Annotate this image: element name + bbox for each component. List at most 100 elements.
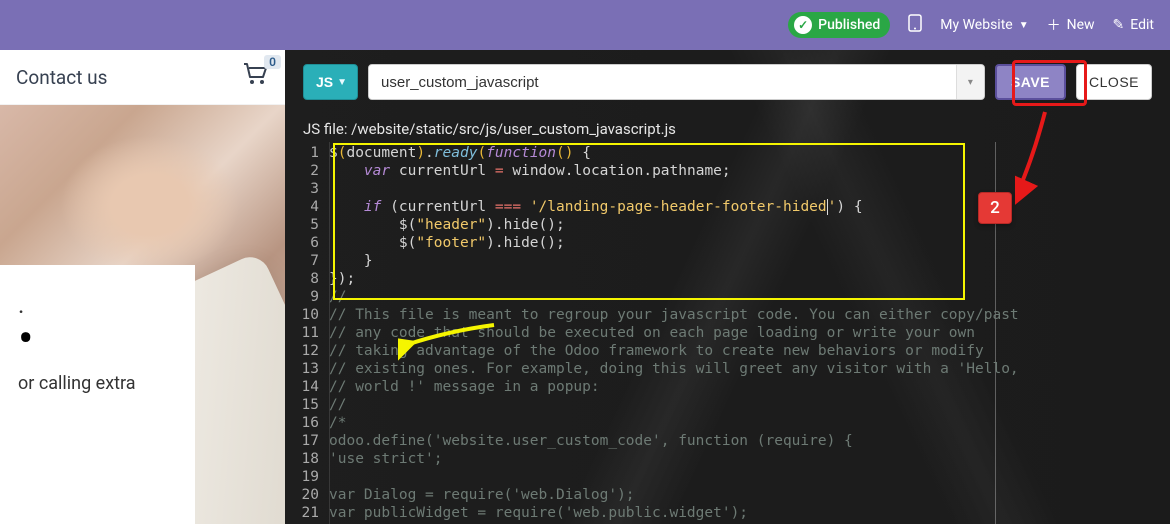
file-select-input[interactable]	[369, 65, 956, 99]
line-number: 11	[285, 324, 329, 342]
line-number: 9	[285, 288, 329, 306]
line-number: 15	[285, 396, 329, 414]
code-line[interactable]: 4 if (currentUrl === '/landing-page-head…	[285, 198, 1170, 216]
line-content[interactable]: //	[329, 396, 1170, 414]
line-content[interactable]: }	[329, 252, 1170, 270]
code-line[interactable]: 7 }	[285, 252, 1170, 270]
line-content[interactable]	[329, 468, 1170, 486]
chevron-down-icon: ▼	[1019, 20, 1029, 31]
line-content[interactable]: odoo.define('website.user_custom_code', …	[329, 432, 1170, 450]
code-line[interactable]: 1$(document).ready(function() {	[285, 144, 1170, 162]
published-label: Published	[818, 17, 880, 33]
code-editor-panel: JS ▼ ▾ SAVE CLOSE JS file: /website/stat…	[285, 50, 1170, 524]
code-line[interactable]: 12// taking advantage of the Odoo framew…	[285, 342, 1170, 360]
line-number: 19	[285, 468, 329, 486]
line-number: 2	[285, 162, 329, 180]
mobile-icon	[908, 14, 922, 36]
language-label: JS	[316, 74, 333, 90]
cart-button[interactable]: 0	[243, 63, 269, 91]
line-content[interactable]: // taking advantage of the Odoo framewor…	[329, 342, 1170, 360]
line-content[interactable]: // This file is meant to regroup your ja…	[329, 306, 1170, 324]
hero-image: . • or calling extra	[0, 105, 285, 524]
chevron-down-icon: ▾	[968, 77, 973, 88]
code-line[interactable]: 15//	[285, 396, 1170, 414]
website-preview: Contact us 0 . • or calling extra	[0, 50, 285, 524]
website-nav: Contact us 0	[0, 50, 285, 105]
line-content[interactable]: $("footer").hide();	[329, 234, 1170, 252]
line-number: 10	[285, 306, 329, 324]
line-content[interactable]: });	[329, 270, 1170, 288]
chevron-down-icon: ▼	[337, 77, 347, 88]
editor-toolbar: JS ▼ ▾ SAVE CLOSE	[285, 50, 1170, 114]
line-content[interactable]: // any code that should be executed on e…	[329, 324, 1170, 342]
line-number: 16	[285, 414, 329, 432]
line-number: 8	[285, 270, 329, 288]
mobile-preview-button[interactable]	[908, 14, 922, 36]
line-content[interactable]: 'use strict';	[329, 450, 1170, 468]
code-line[interactable]: 2 var currentUrl = window.location.pathn…	[285, 162, 1170, 180]
line-number: 4	[285, 198, 329, 216]
code-line[interactable]: 16/*	[285, 414, 1170, 432]
code-line[interactable]: 18'use strict';	[285, 450, 1170, 468]
hero-card: . • or calling extra	[0, 265, 195, 524]
line-number: 18	[285, 450, 329, 468]
code-line[interactable]: 17odoo.define('website.user_custom_code'…	[285, 432, 1170, 450]
published-toggle[interactable]: ✓ Published	[788, 12, 890, 38]
file-path-label: JS file: /website/static/src/js/user_cus…	[285, 114, 1170, 144]
bullet-icon: •	[18, 333, 177, 347]
code-line[interactable]: 5 $("header").hide();	[285, 216, 1170, 234]
line-content[interactable]	[329, 180, 1170, 198]
new-label: New	[1067, 17, 1095, 33]
line-number: 20	[285, 486, 329, 504]
line-number: 3	[285, 180, 329, 198]
site-selector[interactable]: My Website ▼	[940, 17, 1028, 33]
line-content[interactable]: if (currentUrl === '/landing-page-header…	[329, 198, 1170, 216]
annotation-step-badge: 2	[978, 192, 1012, 224]
code-line[interactable]: 19	[285, 468, 1170, 486]
contact-link[interactable]: Contact us	[16, 66, 107, 89]
code-line[interactable]: 21var publicWidget = require('web.public…	[285, 504, 1170, 522]
line-number: 17	[285, 432, 329, 450]
line-content[interactable]: //	[329, 288, 1170, 306]
line-content[interactable]: $("header").hide();	[329, 216, 1170, 234]
code-line[interactable]: 14// world !' message in a popup:	[285, 378, 1170, 396]
edit-button[interactable]: ✎ Edit	[1113, 17, 1154, 33]
code-line[interactable]: 3	[285, 180, 1170, 198]
code-line[interactable]: 10// This file is meant to regroup your …	[285, 306, 1170, 324]
language-select-button[interactable]: JS ▼	[303, 64, 358, 100]
hero-subtext-truncated: or calling extra	[18, 373, 177, 394]
topbar: ✓ Published My Website ▼ ＋ New ✎ Edit	[0, 0, 1170, 50]
line-number: 13	[285, 360, 329, 378]
line-number: 14	[285, 378, 329, 396]
file-select-dropdown[interactable]: ▾	[956, 65, 984, 99]
site-label: My Website	[940, 17, 1012, 33]
line-number: 1	[285, 144, 329, 162]
new-button[interactable]: ＋ New	[1047, 15, 1095, 35]
line-number: 7	[285, 252, 329, 270]
pencil-icon: ✎	[1113, 17, 1125, 33]
plus-icon: ＋	[1047, 15, 1061, 35]
save-button[interactable]: SAVE	[995, 64, 1066, 100]
file-select[interactable]: ▾	[368, 64, 985, 100]
line-content[interactable]: $(document).ready(function() {	[329, 144, 1170, 162]
line-content[interactable]: var publicWidget = require('web.public.w…	[329, 504, 1170, 522]
line-content[interactable]: // existing ones. For example, doing thi…	[329, 360, 1170, 378]
line-content[interactable]: var currentUrl = window.location.pathnam…	[329, 162, 1170, 180]
edit-label: Edit	[1130, 17, 1154, 33]
line-content[interactable]: // world !' message in a popup:	[329, 378, 1170, 396]
line-number: 12	[285, 342, 329, 360]
code-line[interactable]: 6 $("footer").hide();	[285, 234, 1170, 252]
code-line[interactable]: 13// existing ones. For example, doing t…	[285, 360, 1170, 378]
code-line[interactable]: 11// any code that should be executed on…	[285, 324, 1170, 342]
line-number: 21	[285, 504, 329, 522]
check-icon: ✓	[794, 16, 812, 34]
code-line[interactable]: 9//	[285, 288, 1170, 306]
line-content[interactable]: /*	[329, 414, 1170, 432]
line-number: 5	[285, 216, 329, 234]
line-content[interactable]: var Dialog = require('web.Dialog');	[329, 486, 1170, 504]
cart-count-badge: 0	[264, 55, 281, 69]
close-button[interactable]: CLOSE	[1076, 64, 1152, 100]
code-line[interactable]: 8});	[285, 270, 1170, 288]
code-line[interactable]: 20var Dialog = require('web.Dialog');	[285, 486, 1170, 504]
code-area[interactable]: 1$(document).ready(function() {2 var cur…	[285, 144, 1170, 522]
